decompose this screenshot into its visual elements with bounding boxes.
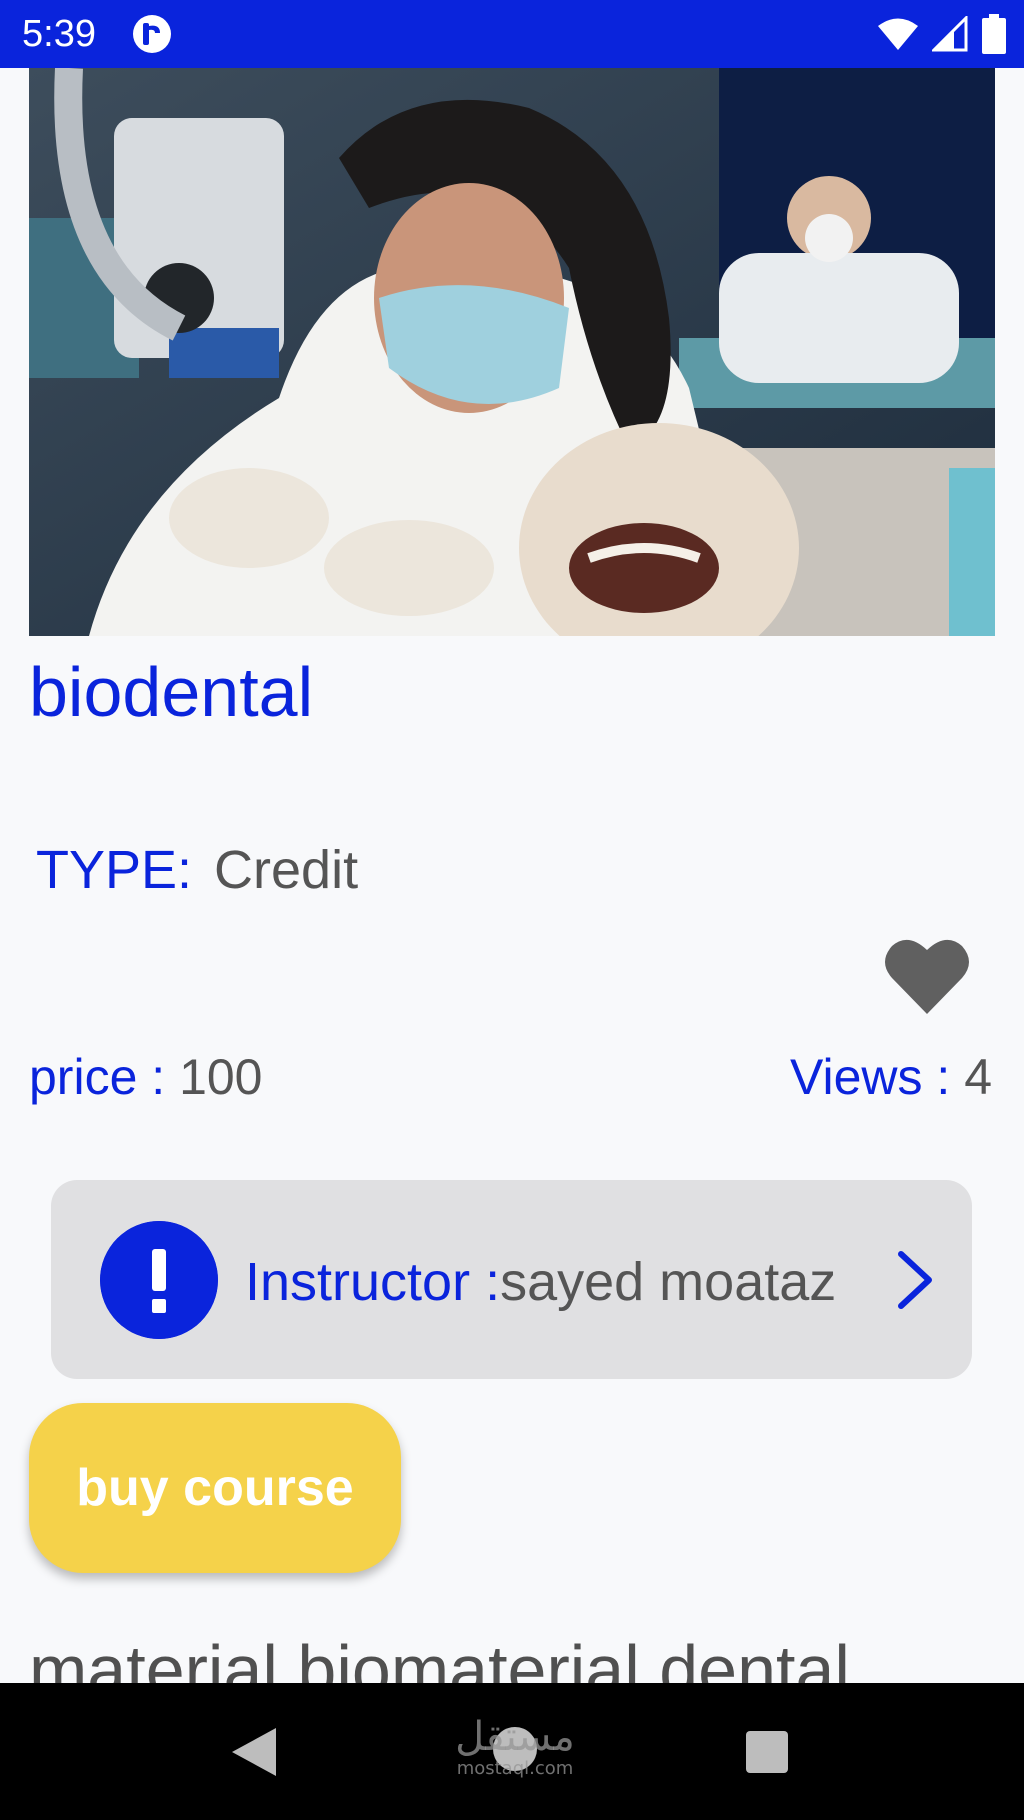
course-photo bbox=[29, 68, 995, 636]
instructor-card[interactable]: Instructor :sayed moataz bbox=[51, 1180, 972, 1379]
watermark: مستقل mostaql.com bbox=[450, 1715, 580, 1779]
views-label: Views : bbox=[790, 1049, 965, 1105]
instructor-label: Instructor : bbox=[245, 1252, 501, 1312]
watermark-arabic: مستقل bbox=[455, 1714, 575, 1760]
watermark-latin: mostaql.com bbox=[456, 1758, 574, 1779]
navigation-bar: مستقل mostaql.com bbox=[0, 1683, 1024, 1820]
type-value: Credit bbox=[214, 840, 359, 900]
price-label: price : bbox=[29, 1049, 180, 1105]
exclamation-icon bbox=[100, 1221, 218, 1339]
status-bar: 5:39 bbox=[0, 0, 1024, 68]
cellular-signal-icon bbox=[932, 16, 968, 52]
recents-icon[interactable] bbox=[746, 1731, 788, 1773]
views-row: Views : 4 bbox=[790, 1047, 992, 1107]
price-value: 100 bbox=[179, 1049, 263, 1105]
wifi-icon bbox=[878, 18, 918, 50]
price-row: price : 100 bbox=[29, 1047, 263, 1107]
battery-icon bbox=[982, 14, 1006, 54]
course-title: biodental bbox=[29, 653, 314, 731]
back-icon[interactable] bbox=[232, 1728, 276, 1776]
buy-course-button[interactable]: buy course bbox=[29, 1403, 401, 1573]
type-label: TYPE: bbox=[36, 840, 193, 900]
status-icons bbox=[878, 14, 1006, 54]
course-photo-illustration bbox=[29, 68, 995, 636]
heart-icon[interactable] bbox=[884, 936, 970, 1016]
type-row: TYPE: Credit bbox=[36, 838, 358, 902]
chevron-right-icon[interactable] bbox=[895, 1248, 935, 1312]
status-time: 5:39 bbox=[22, 13, 96, 55]
instructor-text: Instructor :sayed moataz bbox=[245, 1250, 836, 1314]
instructor-name: sayed moataz bbox=[500, 1252, 837, 1312]
app-notification-icon bbox=[133, 15, 171, 53]
views-value: 4 bbox=[964, 1049, 992, 1105]
